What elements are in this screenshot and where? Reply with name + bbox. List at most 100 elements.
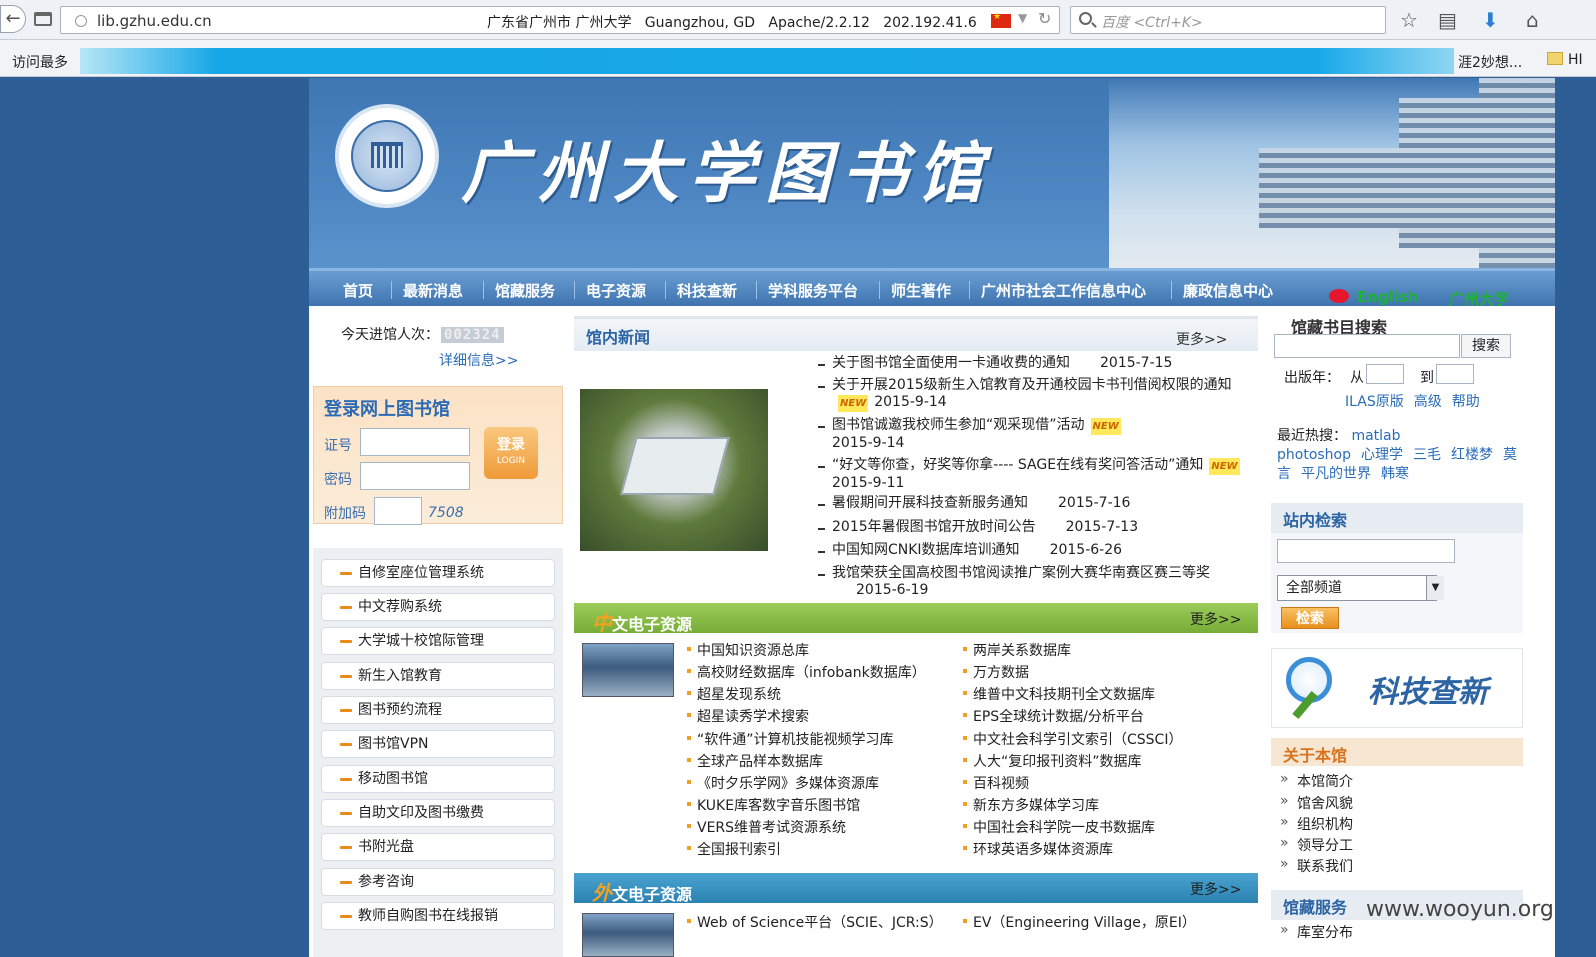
hot-term[interactable]: 心理学 [1361,447,1403,463]
resource-link[interactable]: 新东方多媒体学习库 [963,795,1099,815]
resource-link[interactable]: “软件通”计算机技能视频学习库 [687,729,894,749]
about-link[interactable]: 本馆简介 [1280,771,1353,791]
tab-groups-icon[interactable] [34,12,52,26]
reload-icon[interactable]: ↻ [1038,9,1051,28]
news-item[interactable]: 暑假期间开展科技查新服务通知 2015-7-16 [818,495,1252,512]
side-menu-item[interactable]: 自修室座位管理系统 [321,559,555,587]
resource-link[interactable]: VERS维普考试资源系统 [686,817,846,837]
novelty-search-banner[interactable]: 科技查新 [1271,648,1523,728]
captcha-input[interactable] [374,497,422,525]
id-input[interactable] [360,428,470,456]
resource-link[interactable]: EPS全球统计数据/分析平台 [963,706,1144,726]
nav-latest-news[interactable]: 最新消息 [403,280,463,301]
year-to-input[interactable] [1436,364,1474,384]
gzhu-link[interactable]: 广州大学 [1449,288,1509,309]
help-link[interactable]: 帮助 [1452,394,1480,410]
nav-faculty-works[interactable]: 师生著作 [891,280,951,301]
download-icon[interactable]: ⬇ [1482,8,1499,32]
bookmark-folder[interactable]: HI [1568,52,1583,68]
hot-term[interactable]: matlab [1351,428,1400,444]
service-link[interactable]: 库室分布 [1280,922,1353,942]
bookmark-most-visited[interactable]: 访问最多 [12,52,68,72]
side-menu-item[interactable]: 移动图书馆 [321,765,555,793]
side-menu-item[interactable]: 书附光盘 [321,833,555,861]
catalog-search-input[interactable] [1274,334,1460,358]
login-button[interactable]: 登录 LOGIN [484,427,538,479]
search-box[interactable]: 百度 <Ctrl+K> [1070,6,1386,34]
side-menu-item[interactable]: 大学城十校馆际管理 [321,627,555,655]
cn-resources-more-link[interactable]: 更多>> [1190,609,1241,629]
hot-term[interactable]: 三毛 [1413,447,1441,463]
resource-link[interactable]: 全国报刊索引 [687,839,781,859]
resource-link[interactable]: 两岸关系数据库 [963,640,1071,660]
chevron-down-icon[interactable]: ▼ [1426,576,1444,600]
about-link[interactable]: 组织机构 [1280,814,1353,834]
resource-link[interactable]: 万方数据 [963,662,1029,682]
news-item[interactable]: 中国知网CNKI数据库培训通知 2015-6-26 [818,542,1252,559]
resource-link[interactable]: 中国知识资源总库 [687,640,809,660]
resource-link[interactable]: 百科视频 [963,773,1029,793]
catalog-search-button[interactable]: 搜索 [1461,334,1511,358]
resource-link[interactable]: 中国社会科学院一皮书数据库 [963,817,1155,837]
side-menu-item[interactable]: 中文荐购系统 [321,593,555,621]
year-from-input[interactable] [1366,364,1404,384]
home-icon[interactable]: ⌂ [1526,8,1539,32]
resource-link[interactable]: 全球产品样本数据库 [687,751,823,771]
hot-term[interactable]: photoshop [1277,447,1351,463]
nav-novelty-search[interactable]: 科技查新 [677,280,737,301]
side-menu-item[interactable]: 新生入馆教育 [321,662,555,690]
side-menu-item[interactable]: 参考咨询 [321,868,555,896]
side-menu-item[interactable]: 图书预约流程 [321,696,555,724]
resource-link[interactable]: 高校财经数据库（infobank数据库） [687,662,926,682]
resource-link[interactable]: 超星读秀学术搜索 [687,706,809,726]
resource-link[interactable]: Web of Science平台（SCIE、JCR:S） [687,912,943,932]
resource-link[interactable]: 维普中文科技期刊全文数据库 [963,684,1155,704]
resource-link[interactable]: EV（Engineering Village，原EI） [963,912,1196,932]
detail-info-link[interactable]: 详细信息>> [439,350,518,370]
resource-link[interactable]: KUKE库客数字音乐图书馆 [686,795,860,815]
english-link[interactable]: English [1357,288,1419,306]
nav-social-work-center[interactable]: 广州市社会工作信息中心 [981,280,1146,301]
resource-link[interactable]: 人大“复印报刊资料”数据库 [963,751,1142,771]
resource-link[interactable]: 《时夕乐学网》多媒体资源库 [687,773,879,793]
weibo-icon[interactable] [1329,289,1349,303]
resource-link[interactable]: 中文社会科学引文索引（CSSCI） [962,729,1182,749]
hot-term[interactable]: 韩寒 [1381,466,1409,482]
bookmark-item[interactable]: 涯2妙想... [1458,52,1522,72]
address-url[interactable]: lib.gzhu.edu.cn [97,12,212,30]
dropdown-arrow-icon[interactable]: ▼ [1018,11,1027,25]
news-item[interactable]: 2015年暑假图书馆开放时间公告 2015-7-13 [818,519,1252,536]
news-item[interactable]: 我馆荣获全国高校图书馆阅读推广案例大赛华南赛区赛三等奖 2015-6-19 [818,565,1252,599]
hot-term[interactable]: 红楼梦 [1451,447,1493,463]
site-search-button[interactable]: 检索 [1281,607,1339,629]
about-link[interactable]: 馆舍风貌 [1280,793,1353,813]
foreign-resources-more-link[interactable]: 更多>> [1190,879,1241,899]
reading-list-icon[interactable]: ▤ [1438,8,1457,32]
password-input[interactable] [360,462,470,490]
ilas-link[interactable]: ILAS原版 [1345,394,1404,410]
advanced-link[interactable]: 高级 [1414,394,1442,410]
channel-select[interactable]: 全部频道 ▼ [1277,575,1444,601]
news-item[interactable]: 图书馆诚邀我校师生参加“观采现借”活动 NEW 2015-9-14 [818,417,1252,452]
address-bar[interactable]: lib.gzhu.edu.cn 广东省广州市 广州大学 Guangzhou, G… [60,6,1060,34]
about-link[interactable]: 联系我们 [1280,856,1353,876]
about-link[interactable]: 领导分工 [1280,835,1353,855]
nav-subject-service[interactable]: 学科服务平台 [768,280,858,301]
nav-collection-service[interactable]: 馆藏服务 [495,280,555,301]
nav-integrity-center[interactable]: 廉政信息中心 [1183,280,1273,301]
back-button[interactable]: ← [0,5,26,33]
hot-term[interactable]: 平凡的世界 [1301,466,1371,482]
site-identity-icon[interactable] [75,15,87,27]
news-more-link[interactable]: 更多>> [1176,329,1227,349]
news-item[interactable]: 关于开展2015级新生入馆教育及开通校园卡书刊借阅权限的通知NEW 2015-9-… [818,377,1252,412]
star-icon[interactable]: ☆ [1400,8,1418,32]
news-item[interactable]: “好文等你查，好奖等你拿---- SAGE在线有奖问答活动”通知 NEW2015-… [818,457,1252,492]
nav-e-resources[interactable]: 电子资源 [586,280,646,301]
side-menu-item[interactable]: 图书馆VPN [321,730,555,758]
side-menu-item[interactable]: 自助文印及图书缴费 [321,799,555,827]
resource-link[interactable]: 环球英语多媒体资源库 [963,839,1113,859]
side-menu-item[interactable]: 教师自购图书在线报销 [321,902,555,930]
news-item[interactable]: 关于图书馆全面使用一卡通收费的通知 2015-7-15 [818,355,1252,372]
nav-home[interactable]: 首页 [343,280,373,301]
resource-link[interactable]: 超星发现系统 [687,684,781,704]
